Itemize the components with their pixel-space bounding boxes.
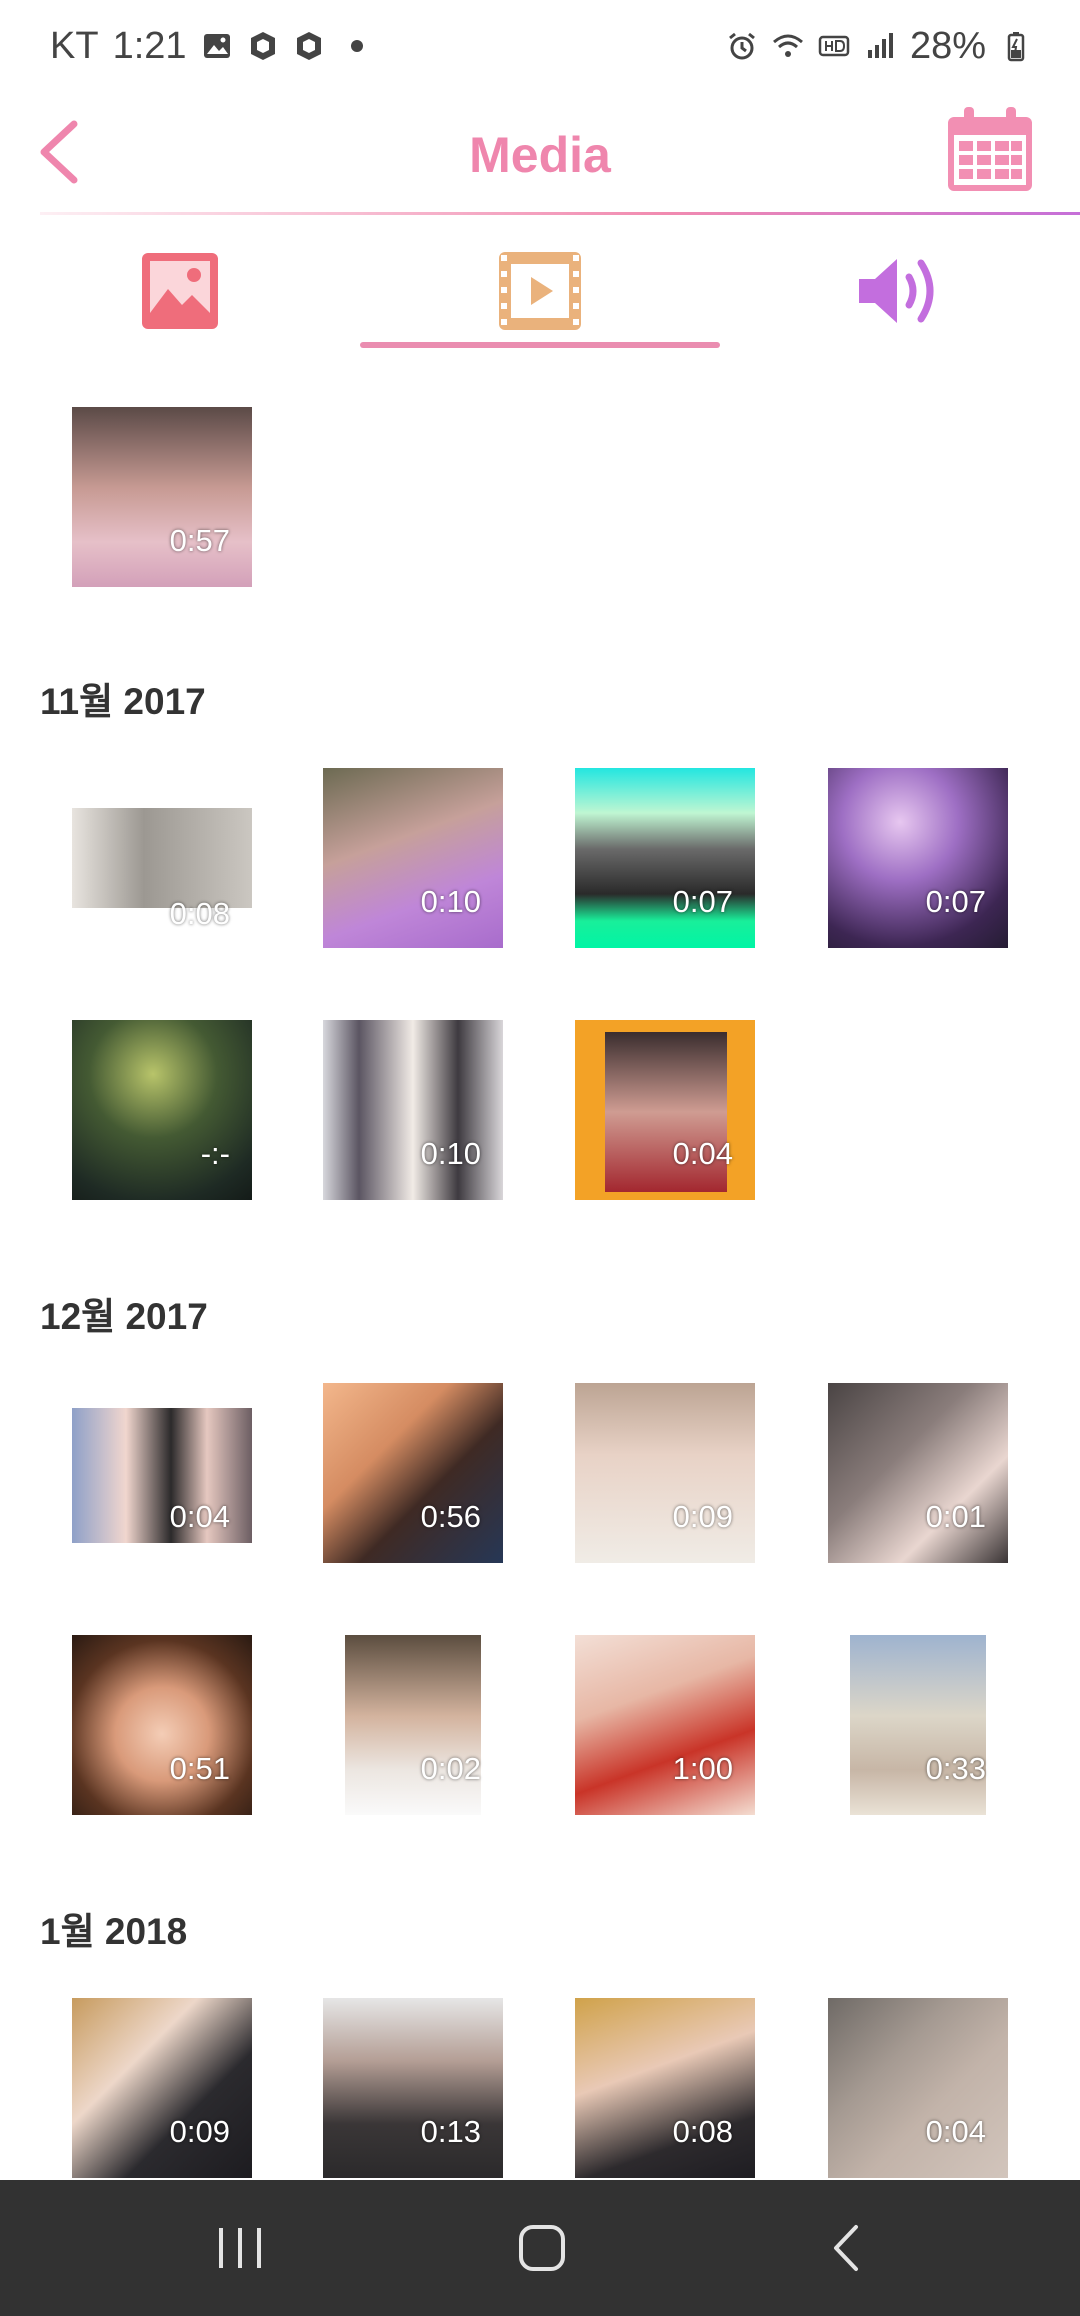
video-thumbnail[interactable]: 0:57: [72, 407, 252, 587]
recents-button[interactable]: [195, 2208, 285, 2288]
video-duration: 0:33: [925, 1751, 986, 1786]
chevron-left-icon: [40, 120, 78, 184]
section-title: 1월 2018: [40, 1911, 188, 1952]
back-icon: [834, 2225, 858, 2271]
section-title: 11월 2017: [40, 681, 206, 722]
video-duration: 0:09: [672, 1499, 733, 1534]
video-thumbnail[interactable]: 0:01: [828, 1383, 1008, 1563]
video-duration: 0:57: [169, 523, 230, 558]
video-thumbnail[interactable]: 0:09: [72, 1998, 252, 2178]
recents-icon: [219, 2228, 261, 2268]
video-duration: 0:10: [420, 1136, 481, 1171]
video-thumbnail[interactable]: 0:07: [575, 768, 755, 948]
calendar-button[interactable]: [940, 100, 1040, 200]
video-duration: 0:08: [169, 896, 230, 931]
video-duration: 0:51: [169, 1751, 230, 1786]
cube-notification-icon: [250, 32, 275, 60]
video-duration: 0:02: [420, 1751, 481, 1786]
video-duration: 1:00: [672, 1751, 733, 1786]
media-grid: 0:57 11월 2017 0:08 0:10 0:07 0:07 -:- 0:…: [0, 358, 1080, 2180]
video-thumbnail[interactable]: 0:10: [323, 768, 503, 948]
video-duration: 0:08: [672, 2114, 733, 2149]
video-thumbnail[interactable]: 0:51: [72, 1635, 252, 1815]
video-thumbnail[interactable]: 0:08: [575, 1998, 755, 2178]
cube-notification-icon-2: [296, 32, 321, 60]
video-duration: 0:07: [672, 884, 733, 919]
video-duration: 0:09: [169, 2114, 230, 2149]
video-duration: 0:56: [420, 1499, 481, 1534]
video-thumbnail[interactable]: 0:10: [323, 1020, 503, 1200]
video-thumbnail[interactable]: 0:04: [828, 1998, 1008, 2178]
speaker-icon: [859, 259, 934, 323]
video-icon: [499, 252, 581, 330]
alarm-icon: [729, 32, 755, 60]
video-thumbnail[interactable]: -:-: [72, 1020, 252, 1200]
tab-audio[interactable]: [720, 226, 1080, 356]
clock: 1:21: [112, 24, 187, 67]
video-thumbnail[interactable]: 0:08: [72, 768, 252, 948]
video-thumbnail[interactable]: 0:02: [323, 1635, 503, 1815]
video-duration: -:-: [200, 1136, 230, 1171]
signal-icon: [867, 33, 893, 58]
selected-tab-indicator: [360, 342, 720, 348]
video-duration: 0:04: [672, 1136, 733, 1171]
image-icon: [142, 253, 218, 329]
app-bar: Media: [0, 92, 1080, 218]
video-thumbnail[interactable]: 0:09: [575, 1383, 755, 1563]
video-thumbnail[interactable]: 1:00: [575, 1635, 755, 1815]
wifi-icon: [772, 34, 803, 57]
tab-videos[interactable]: [360, 226, 720, 356]
video-duration: 0:04: [169, 1499, 230, 1534]
media-type-tabs: [0, 226, 1080, 356]
video-thumbnail[interactable]: 0:56: [323, 1383, 503, 1563]
header-divider: [40, 212, 1080, 215]
home-button[interactable]: [497, 2208, 587, 2288]
back-button[interactable]: [18, 112, 98, 192]
video-thumbnail[interactable]: 0:04: [575, 1020, 755, 1200]
home-icon: [519, 2225, 565, 2271]
video-thumbnail[interactable]: 0:07: [828, 768, 1008, 948]
video-duration: 0:07: [925, 884, 986, 919]
system-navigation-bar: [0, 2180, 1080, 2316]
gallery-notification-icon: [203, 34, 230, 58]
video-duration: 0:04: [925, 2114, 986, 2149]
system-back-button[interactable]: [800, 2208, 890, 2288]
tab-photos[interactable]: [0, 226, 360, 356]
carrier-label: KT: [50, 24, 99, 67]
video-thumbnail[interactable]: 0:33: [828, 1635, 1008, 1815]
video-thumbnail[interactable]: 0:13: [323, 1998, 503, 2178]
section-title: 12월 2017: [40, 1296, 208, 1337]
more-notifications-dot: [350, 40, 363, 52]
page-title: Media: [469, 127, 611, 183]
calendar-icon: [948, 107, 1032, 191]
video-duration: 0:10: [420, 884, 481, 919]
video-thumbnail[interactable]: 0:04: [72, 1383, 252, 1563]
video-duration: 0:01: [925, 1499, 986, 1534]
status-bar: KT 1:21 28%: [0, 0, 1080, 92]
video-duration: 0:13: [420, 2114, 481, 2149]
battery-charging-icon: [1007, 32, 1025, 62]
battery-percent: 28%: [909, 24, 986, 67]
hd-voice-icon: [818, 35, 850, 57]
